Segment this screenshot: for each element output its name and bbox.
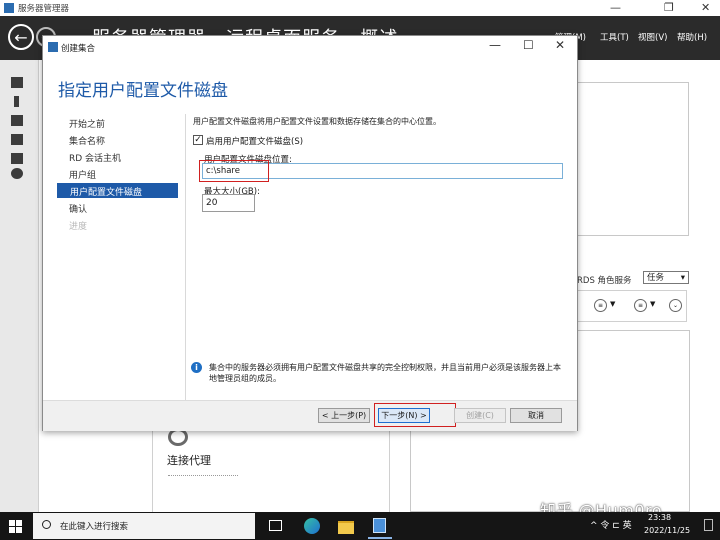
task-view-icon[interactable] xyxy=(266,516,286,536)
chevron-down-icon[interactable]: ▼ xyxy=(650,300,655,308)
page-title: 指定用户配置文件磁盘 xyxy=(58,81,228,101)
annotation-highlight-box xyxy=(199,160,269,182)
iis-icon[interactable] xyxy=(11,153,23,164)
wizard-step-user-profile-disks[interactable]: 用户配置文件磁盘 xyxy=(70,185,142,198)
wizard-step-collection-name[interactable]: 集合名称 xyxy=(69,134,105,147)
divider xyxy=(185,114,186,400)
wizard-step-rd-session-host[interactable]: RD 会话主机 xyxy=(69,151,121,164)
edge-browser-icon[interactable] xyxy=(302,516,322,536)
active-app-indicator xyxy=(368,537,392,539)
dialog-title: 创建集合 xyxy=(61,44,96,54)
close-icon[interactable]: ✕ xyxy=(701,1,710,14)
chevron-down-icon: ▾ xyxy=(680,273,685,283)
connection-broker-tile xyxy=(152,430,390,514)
collapse-icon[interactable]: ⌄ xyxy=(669,299,682,312)
all-servers-icon[interactable] xyxy=(11,115,23,126)
windows-start-icon[interactable] xyxy=(9,520,22,533)
annotation-highlight-box xyxy=(374,403,456,427)
background-toolbar: ≡ ▼ ≡ ▼ ⌄ xyxy=(575,290,687,322)
info-message: 集合中的服务器必须拥有用户配置文件磁盘共享的完全控制权限，并且当前用户必须是该服… xyxy=(209,363,561,383)
wizard-step-confirmation[interactable]: 确认 xyxy=(69,202,87,215)
background-panel xyxy=(575,82,689,236)
dialog-app-icon xyxy=(48,42,58,52)
dashboard-icon[interactable] xyxy=(11,77,23,88)
file-storage-icon[interactable] xyxy=(11,134,23,145)
enable-user-profile-disks-label[interactable]: 启用用户配置文件磁盘(S) xyxy=(206,135,303,147)
cancel-button[interactable]: 取消 xyxy=(510,408,562,423)
menu-help[interactable]: 帮助(H) xyxy=(677,31,707,43)
left-navigation xyxy=(0,60,39,512)
connection-broker-label: 连接代理 xyxy=(167,454,211,467)
clock-time[interactable]: 23:38 xyxy=(648,513,671,522)
maximize-icon[interactable]: ☐ xyxy=(523,38,534,52)
rds-role-services-label: RDS 角色服务 xyxy=(577,276,632,286)
system-tray[interactable]: ^ 令 ⊏ 英 xyxy=(590,518,632,531)
info-icon: i xyxy=(191,362,202,373)
local-server-icon[interactable] xyxy=(14,96,19,107)
page-description: 用户配置文件磁盘将用户配置文件设置和数据存储在集合的中心位置。 xyxy=(193,117,441,126)
close-icon[interactable]: ✕ xyxy=(555,38,565,52)
restore-icon[interactable]: ❐ xyxy=(664,1,674,14)
tasks-dropdown[interactable]: 任务 ▾ xyxy=(643,271,689,284)
server-manager-title: 服务器管理器 xyxy=(18,4,70,14)
tasks-label: 任务 xyxy=(647,273,665,283)
enable-user-profile-disks-checkbox[interactable]: ✓ xyxy=(193,135,203,145)
wizard-step-before-begin[interactable]: 开始之前 xyxy=(69,117,105,130)
list-icon[interactable]: ≡ xyxy=(594,299,607,312)
server-manager-app-icon xyxy=(4,3,14,13)
server-manager-titlebar: 服务器管理器 — ❐ ✕ xyxy=(0,0,720,17)
menu-view[interactable]: 视图(V) xyxy=(638,31,667,43)
clock-date[interactable]: 2022/11/25 xyxy=(644,526,690,535)
chevron-down-icon[interactable]: ▼ xyxy=(610,300,615,308)
notification-icon[interactable] xyxy=(704,519,713,531)
file-explorer-icon[interactable] xyxy=(336,516,356,536)
previous-button[interactable]: < 上一步(P) xyxy=(318,408,370,423)
minimize-icon[interactable]: — xyxy=(489,38,501,52)
server-manager-taskbar-icon[interactable] xyxy=(370,516,390,536)
max-size-input[interactable]: 20 xyxy=(202,194,255,212)
taskbar-search-placeholder: 在此键入进行搜索 xyxy=(60,522,129,532)
create-button: 创建(C) xyxy=(454,408,506,423)
divider xyxy=(168,475,238,476)
remote-desktop-icon[interactable] xyxy=(11,168,23,179)
list-icon[interactable]: ≡ xyxy=(634,299,647,312)
wizard-step-progress: 进度 xyxy=(69,222,88,232)
back-arrow-icon[interactable]: ← xyxy=(8,24,34,50)
minimize-icon[interactable]: — xyxy=(610,1,621,14)
search-icon xyxy=(42,520,51,529)
create-collection-dialog: 创建集合 — ☐ ✕ 指定用户配置文件磁盘 开始之前 集合名称 RD 会话主机 … xyxy=(42,35,578,431)
menu-tools[interactable]: 工具(T) xyxy=(600,31,629,43)
wizard-step-user-groups[interactable]: 用户组 xyxy=(69,168,96,181)
